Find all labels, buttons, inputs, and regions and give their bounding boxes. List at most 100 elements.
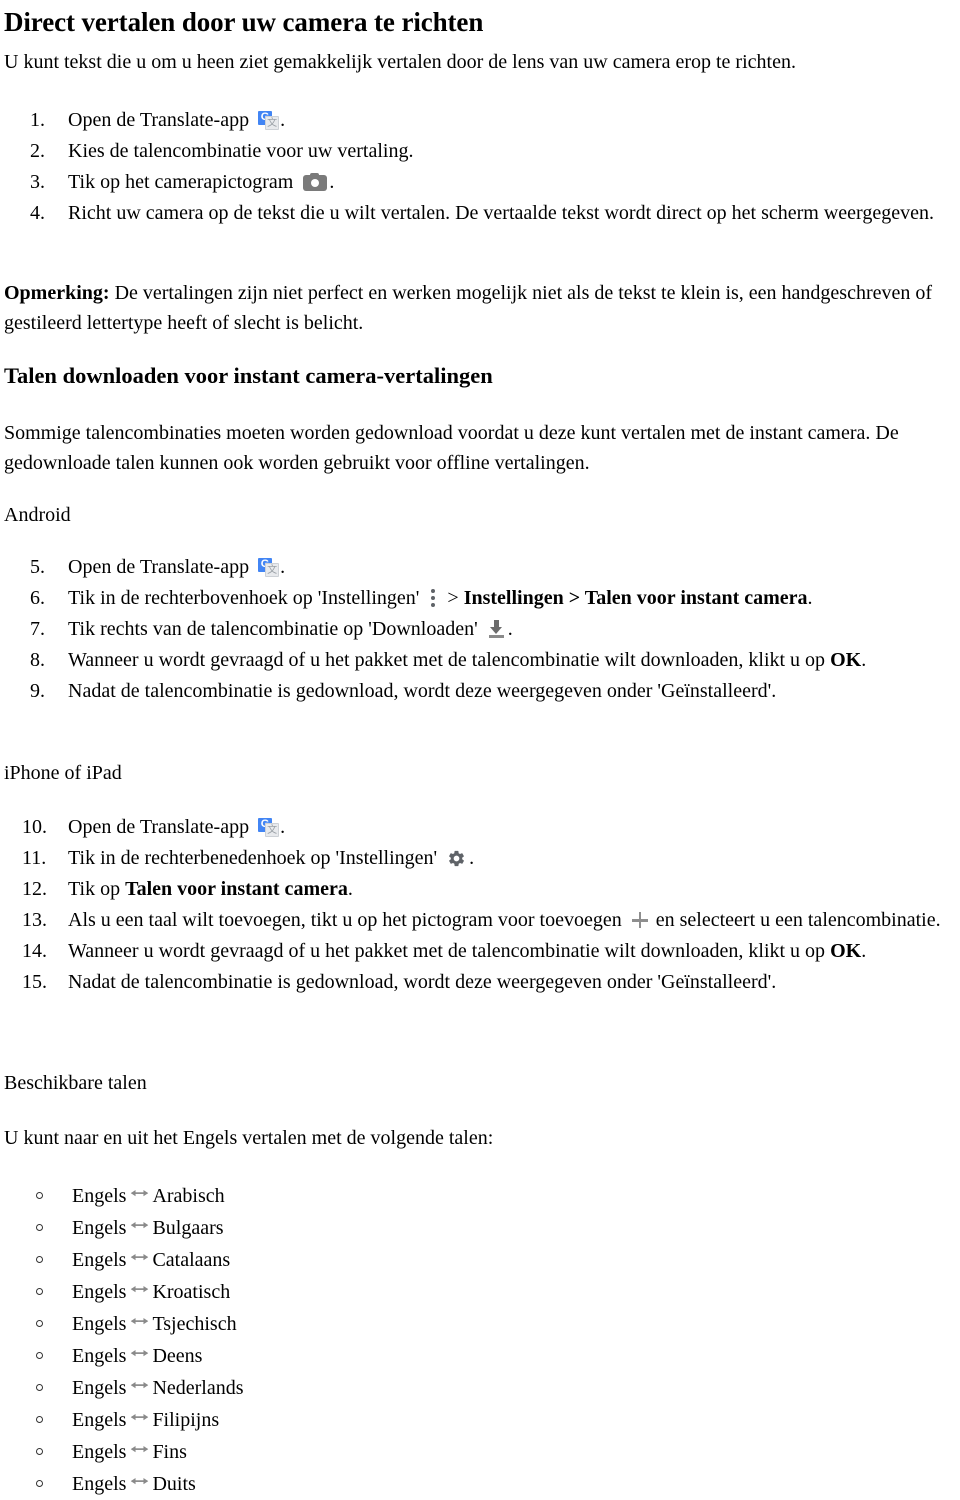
list-item: Engels Nederlands [0, 1372, 960, 1404]
step-text-suffix: . [329, 171, 335, 193]
swap-arrows-icon [131, 1221, 149, 1229]
list-item: Engels Tsjechisch [0, 1308, 960, 1340]
step-text-suffix: . [347, 878, 353, 900]
list-item: 14. Wanneer u wordt gevraagd of u het pak… [0, 936, 960, 967]
step-text: Als u een taal wilt toevoegen, tikt u op… [68, 909, 627, 931]
section-title-block: Talen downloaden voor instant camera-ver… [0, 362, 960, 390]
list-item: 6. Tik in de rechterbovenhoek op 'Instell… [0, 583, 960, 614]
language-target: Tsjechisch [152, 1313, 237, 1335]
step-number: 6. [30, 587, 45, 609]
swap-arrows-icon [131, 1477, 149, 1485]
step-text-bold: Instellingen > Talen voor instant camera [463, 587, 808, 609]
list-item: 11. Tik in de rechterbenedenhoek op 'Inst… [0, 843, 960, 874]
language-source: Engels [72, 1249, 127, 1271]
language-source: Engels [72, 1217, 127, 1239]
step-text: Open de Translate-app [68, 109, 255, 131]
step-text-suffix: . [280, 556, 286, 578]
step-text-suffix: en selecteert u een talencombinatie. [650, 909, 941, 931]
step-number: 10. [22, 816, 47, 838]
step-text-suffix: . [861, 649, 867, 671]
list-item: Engels Kroatisch [0, 1276, 960, 1308]
list-item: 1. Open de Translate-app G文. [0, 105, 960, 136]
step-text: Richt uw camera op de tekst die u wilt v… [68, 202, 934, 224]
note-label: Opmerking: [4, 282, 110, 304]
list-item: Engels Bulgaars [0, 1212, 960, 1244]
bullet-marker [36, 1448, 43, 1455]
bullet-marker [36, 1320, 43, 1327]
page-title: Direct vertalen door uw camera te richte… [4, 7, 484, 37]
google-translate-char-glyph: 文 [267, 825, 278, 836]
languages-block: Engels Arabisch Engels Bulgaars Engels Catala… [0, 1180, 960, 1500]
language-target: Arabisch [152, 1185, 225, 1207]
google-translate-icon: G文 [258, 558, 280, 577]
bullet-marker [36, 1192, 43, 1199]
step-number: 5. [30, 556, 45, 578]
page-title-block: Direct vertalen door uw camera te richte… [0, 2, 960, 38]
note-text: De vertalingen zijn niet perfect en werk… [4, 282, 933, 334]
bullet-marker [36, 1384, 43, 1391]
list-item: Engels Deens [0, 1340, 960, 1372]
download-icon [488, 620, 505, 638]
language-source: Engels [72, 1345, 127, 1367]
section-intro-block: Sommige talencombinaties moeten worden g… [0, 418, 960, 478]
step-text-suffix: . [807, 587, 813, 609]
step-number: 2. [30, 140, 45, 162]
language-source: Engels [72, 1313, 127, 1335]
available-title-block: Beschikbare talen [0, 1068, 960, 1098]
list-item: Engels Catalaans [0, 1244, 960, 1276]
step-number: 4. [30, 202, 45, 224]
intro-paragraph: U kunt tekst die u om u heen ziet gemakk… [4, 51, 796, 73]
step-number: 1. [30, 109, 45, 131]
language-target: Kroatisch [152, 1281, 231, 1303]
languages-list: Engels Arabisch Engels Bulgaars Engels Catala… [0, 1180, 960, 1500]
language-source: Engels [72, 1377, 127, 1399]
step-number: 12. [22, 878, 47, 900]
step-text: Nadat de talencombinatie is gedownload, … [68, 680, 777, 702]
steps-top-block: 1. Open de Translate-app G文. 2. Kies de ta… [0, 105, 960, 229]
steps-ios-block: 10. Open de Translate-app G文. 11. Tik in d… [0, 812, 960, 998]
step-text-suffix: . [861, 940, 867, 962]
list-item: Engels Arabisch [0, 1180, 960, 1212]
step-text-suffix: . [280, 816, 286, 838]
steps-ios-list: 10. Open de Translate-app G文. 11. Tik in d… [0, 812, 960, 998]
list-item: 7. Tik rechts van de talencombinatie op '… [0, 614, 960, 645]
step-text-sep: > [442, 587, 464, 609]
bullet-marker [36, 1256, 43, 1263]
language-target: Nederlands [152, 1377, 244, 1399]
section-intro-paragraph: Sommige talencombinaties moeten worden g… [4, 422, 899, 474]
bullet-marker [36, 1288, 43, 1295]
three-dots-icon [430, 588, 437, 607]
document-page: Direct vertalen door uw camera te richte… [0, 0, 960, 1497]
steps-top-list: 1. Open de Translate-app G文. 2. Kies de ta… [0, 105, 960, 229]
swap-arrows-icon [131, 1189, 149, 1197]
step-text-bold: OK [830, 940, 862, 962]
step-text-suffix: . [507, 618, 513, 640]
google-translate-icon: G文 [258, 111, 280, 130]
list-item: 13. Als u een taal wilt toevoegen, tikt u… [0, 905, 960, 936]
bullet-marker [36, 1480, 43, 1487]
step-number: 9. [30, 680, 45, 702]
step-text: Nadat de talencombinatie is gedownload, … [68, 971, 777, 993]
step-number: 3. [30, 171, 45, 193]
list-item: 5. Open de Translate-app G文. [0, 552, 960, 583]
bullet-marker [36, 1416, 43, 1423]
step-text: Open de Translate-app [68, 556, 255, 578]
language-source: Engels [72, 1409, 127, 1431]
list-item: 12. Tik op Talen voor instant camera. [0, 874, 960, 905]
camera-icon [303, 173, 328, 191]
step-number: 13. [22, 909, 47, 931]
note-block: Opmerking: De vertalingen zijn niet perf… [0, 278, 960, 338]
list-item: 8. Wanneer u wordt gevraagd of u het pakk… [0, 645, 960, 676]
step-text-bold: OK [830, 649, 862, 671]
google-translate-char-glyph: 文 [267, 565, 278, 576]
swap-arrows-icon [131, 1317, 149, 1325]
step-text: Tik rechts van de talencombinatie op 'Do… [68, 618, 483, 640]
available-languages-title: Beschikbare talen [4, 1072, 147, 1094]
available-languages-intro: U kunt naar en uit het Engels vertalen m… [4, 1127, 494, 1149]
swap-arrows-icon [131, 1413, 149, 1421]
google-translate-char-glyph: 文 [267, 118, 278, 129]
language-source: Engels [72, 1185, 127, 1207]
plus-icon [631, 912, 648, 928]
step-number: 8. [30, 649, 45, 671]
list-item: 15. Nadat de talencombinatie is gedownloa… [0, 967, 960, 998]
